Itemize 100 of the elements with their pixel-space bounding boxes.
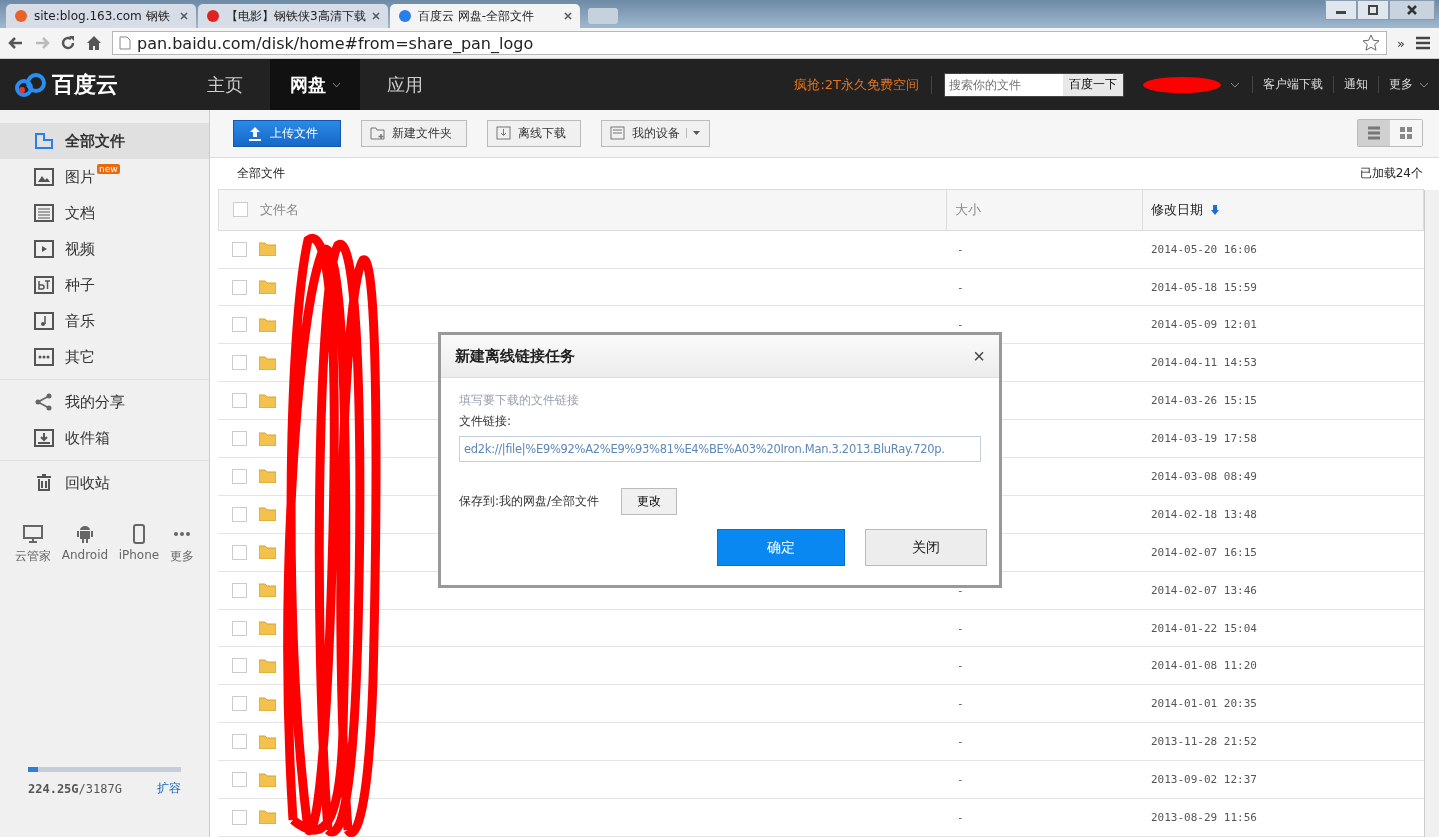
checkbox[interactable] [232, 734, 247, 750]
more-icon [33, 346, 55, 368]
checkbox[interactable] [232, 696, 247, 712]
checkbox[interactable] [232, 809, 247, 825]
table-cell: - [957, 242, 964, 256]
checkbox[interactable] [232, 582, 247, 598]
toolbar-button[interactable]: 上传文件 [233, 119, 341, 147]
nav-link[interactable]: 客户端下载 [1252, 76, 1333, 93]
search-field[interactable]: 搜索你的文件 百度一下 [944, 72, 1124, 97]
sidebar-item[interactable]: 视频 [0, 231, 209, 267]
nav-tab[interactable]: 应用 [360, 59, 450, 110]
checkbox[interactable] [232, 317, 247, 333]
download-icon [496, 125, 512, 142]
browser-tab[interactable]: 百度云 网盘-全部文件 [390, 4, 580, 28]
sidebar-item[interactable]: 种子 [0, 267, 209, 303]
checkbox[interactable] [232, 506, 247, 522]
toolbar-button[interactable]: 我的设备 [601, 119, 710, 147]
column-header[interactable]: 修改日期 [1151, 200, 1203, 219]
address-bar[interactable]: pan.baidu.com/disk/home#from=share_pan_logo [112, 31, 1388, 55]
close-icon[interactable] [1389, 0, 1435, 20]
nav-tab[interactable]: 网盘 [270, 59, 360, 110]
video-icon [33, 238, 55, 260]
app-link[interactable]: 云管家 [15, 548, 52, 565]
app-link[interactable]: 更多 [169, 548, 194, 565]
checkbox[interactable] [232, 620, 247, 636]
forward-icon[interactable] [34, 35, 50, 51]
checkbox[interactable] [233, 202, 248, 218]
toolbar-button[interactable]: 新建文件夹 [361, 119, 467, 147]
overflow-button[interactable]: » [1397, 35, 1405, 51]
folder-icon [259, 393, 276, 408]
sidebar-item[interactable]: 文档 [0, 195, 209, 231]
sidebar-item[interactable]: 音乐 [0, 303, 209, 339]
sort-arrow-icon[interactable] [1211, 204, 1219, 215]
bt-icon [33, 274, 55, 296]
folder-icon [259, 658, 276, 673]
link-field[interactable]: ed2k://|file|%E9%92%A2%E9%93%81%E4%BE%A03%20Iron.Man.3.2013.BluRay.720p. [459, 436, 981, 462]
maximize-icon[interactable] [1357, 0, 1389, 20]
checkbox[interactable] [232, 468, 247, 484]
caret-icon[interactable] [1230, 81, 1240, 88]
home-icon[interactable] [86, 35, 102, 51]
close-icon[interactable] [180, 12, 188, 20]
close-button[interactable]: × [973, 344, 985, 368]
sidebar-item[interactable]: 全部文件 [0, 123, 209, 159]
hint-text: 填写要下载的文件链接 [459, 392, 580, 409]
promo-link[interactable]: 疯抢:2T永久免费空间 [794, 75, 932, 94]
checkbox[interactable] [232, 544, 247, 560]
sidebar-item[interactable]: 回收站 [0, 465, 209, 501]
nav-link[interactable]: 通知 [1333, 76, 1378, 93]
checkbox[interactable] [232, 772, 247, 788]
star-icon[interactable] [1362, 34, 1381, 52]
table-cell: 2014-05-09 12:01 [1151, 318, 1257, 332]
page-icon [119, 36, 131, 50]
grid-icon [1399, 126, 1413, 141]
sidebar-item[interactable]: 其它 [0, 339, 209, 375]
table-cell: - [957, 318, 964, 332]
app-link[interactable]: iPhone [118, 548, 160, 562]
reload-icon[interactable] [60, 35, 76, 51]
checkbox[interactable] [232, 393, 247, 409]
nav-tab[interactable]: 主页 [180, 59, 270, 110]
nav-link[interactable]: 更多 [1378, 76, 1439, 93]
logo[interactable]: 百度云 [0, 69, 180, 100]
folder-icon [259, 772, 276, 787]
close-icon[interactable] [372, 12, 380, 20]
table-cell: 2014-01-22 15:04 [1151, 621, 1257, 635]
checkbox[interactable] [232, 279, 247, 295]
checkbox[interactable] [232, 431, 247, 447]
checkbox[interactable] [232, 241, 247, 257]
breadcrumb[interactable]: 全部文件 [237, 164, 285, 182]
list-view-button[interactable] [1358, 120, 1390, 147]
folder-icon [259, 469, 276, 484]
change-button[interactable]: 更改 [621, 488, 678, 515]
folder-icon [259, 431, 276, 446]
expand-link[interactable]: 扩容 [157, 780, 181, 797]
checkbox[interactable] [232, 658, 247, 674]
folder-icon [259, 734, 276, 749]
table-cell: - [957, 773, 964, 787]
toolbar-button[interactable]: 离线下载 [487, 119, 581, 147]
sidebar-item[interactable]: 图片 new [0, 159, 209, 195]
menu-icon[interactable] [1415, 36, 1431, 50]
new-tab-button[interactable] [588, 8, 618, 24]
inbox-icon [33, 427, 55, 449]
table-cell: 2014-01-08 11:20 [1151, 659, 1257, 673]
list-icon [1367, 126, 1381, 141]
browser-tab[interactable]: 【电影】钢铁侠3高清下载 [198, 4, 388, 28]
app-link[interactable]: Android [61, 548, 109, 562]
confirm-button[interactable]: 确定 [717, 529, 845, 566]
sidebar-item[interactable]: 我的分享 [0, 384, 209, 420]
checkbox[interactable] [232, 355, 247, 371]
browser-tab[interactable]: site:blog.163.com 钢铁 [6, 4, 196, 28]
search-button[interactable]: 百度一下 [1063, 73, 1123, 96]
minimize-icon[interactable] [1325, 0, 1357, 20]
table-cell: - [957, 697, 964, 711]
folder-icon [259, 317, 276, 332]
upload-icon [248, 125, 264, 142]
scrollbar[interactable] [1424, 190, 1439, 837]
close-icon[interactable] [564, 12, 572, 20]
close-dialog-button[interactable]: 关闭 [865, 529, 987, 566]
back-icon[interactable] [8, 35, 24, 51]
sidebar-item[interactable]: 收件箱 [0, 420, 209, 456]
monitor-icon[interactable] [22, 523, 45, 545]
